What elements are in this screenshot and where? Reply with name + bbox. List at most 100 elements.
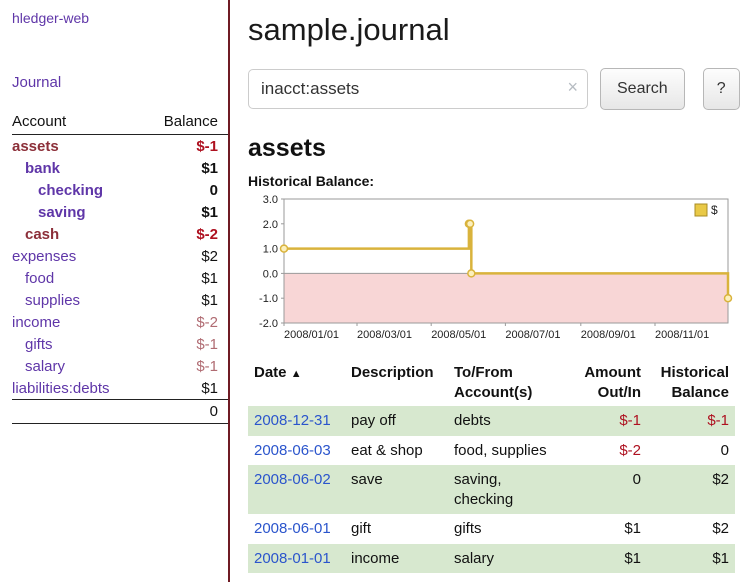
sort-asc-icon: ▲ — [291, 368, 302, 380]
svg-text:2008/09/01: 2008/09/01 — [581, 329, 636, 341]
accounts-header-account: Account — [12, 111, 142, 135]
search-input[interactable] — [248, 69, 588, 109]
account-row: income $-2 — [12, 311, 228, 333]
svg-text:2008/05/01: 2008/05/01 — [431, 329, 486, 341]
help-button[interactable]: ? — [703, 68, 740, 110]
transaction-description: pay off — [345, 406, 448, 436]
account-balance: $1 — [142, 201, 228, 223]
transaction-description: save — [345, 465, 448, 514]
account-balance: $1 — [142, 267, 228, 289]
account-row: checking 0 — [12, 179, 228, 201]
account-link[interactable]: bank — [12, 160, 60, 177]
account-link[interactable]: gifts — [12, 336, 53, 353]
account-balance: $1 — [142, 157, 228, 179]
transaction-amount: $-1 — [563, 406, 647, 436]
accounts-total: 0 — [142, 400, 228, 424]
svg-text:$: $ — [711, 203, 718, 217]
transaction-accounts: saving, checking — [448, 465, 563, 514]
register-table: Date ▲ Description To/From Account(s) Am… — [248, 359, 735, 573]
account-row: supplies $1 — [12, 289, 228, 311]
account-row: gifts $-1 — [12, 333, 228, 355]
register-header-row: Date ▲ Description To/From Account(s) Am… — [248, 359, 735, 406]
register-header-date[interactable]: Date ▲ — [248, 359, 345, 406]
transaction-balance: $-1 — [647, 406, 735, 436]
account-balance: $-1 — [142, 355, 228, 377]
account-row: salary $-1 — [12, 355, 228, 377]
register-header-description: Description — [345, 359, 448, 406]
account-balance: $-2 — [142, 223, 228, 245]
account-row: expenses $2 — [12, 245, 228, 267]
account-row: cash $-2 — [12, 223, 228, 245]
clear-search-icon[interactable]: × — [567, 77, 578, 98]
account-link[interactable]: saving — [12, 204, 86, 221]
transaction-balance: $2 — [647, 465, 735, 514]
transaction-description: gift — [345, 514, 448, 544]
account-heading: assets — [248, 134, 734, 163]
transaction-amount: $-2 — [563, 436, 647, 466]
transaction-description: eat & shop — [345, 436, 448, 466]
account-balance: $-1 — [142, 333, 228, 355]
account-balance: $-2 — [142, 311, 228, 333]
account-balance: $2 — [142, 245, 228, 267]
account-link[interactable]: expenses — [12, 248, 76, 265]
register-header-accounts: To/From Account(s) — [448, 359, 563, 406]
transaction-date-link[interactable]: 2008-12-31 — [254, 412, 331, 429]
account-link[interactable]: income — [12, 314, 60, 331]
svg-text:2008/11/01: 2008/11/01 — [655, 329, 709, 341]
svg-text:0.0: 0.0 — [263, 268, 278, 280]
account-link[interactable]: checking — [12, 182, 103, 199]
transaction-description: income — [345, 544, 448, 574]
account-link[interactable]: salary — [12, 358, 65, 375]
page-title: sample.journal — [248, 12, 734, 48]
account-balance: $1 — [142, 377, 228, 400]
account-link[interactable]: assets — [12, 138, 59, 155]
transaction-row: 2008-06-03 eat & shop food, supplies $-2… — [248, 436, 735, 466]
accounts-total-row: 0 — [12, 400, 228, 424]
transaction-balance: $1 — [647, 544, 735, 574]
account-link[interactable]: cash — [12, 226, 59, 243]
transaction-accounts: debts — [448, 406, 563, 436]
svg-text:2.0: 2.0 — [263, 219, 278, 231]
transaction-date-link[interactable]: 2008-06-01 — [254, 520, 331, 537]
accounts-header-balance: Balance — [142, 111, 228, 135]
register-header-balance: Historical Balance — [647, 359, 735, 406]
transaction-row: 2008-06-02 save saving, checking 0 $2 — [248, 465, 735, 514]
svg-text:-1.0: -1.0 — [259, 293, 278, 305]
transaction-accounts: salary — [448, 544, 563, 574]
search-button[interactable]: Search — [600, 68, 685, 110]
account-row: liabilities:debts $1 — [12, 377, 228, 400]
account-row: saving $1 — [12, 201, 228, 223]
svg-text:2008/07/01: 2008/07/01 — [505, 329, 560, 341]
account-link[interactable]: food — [12, 270, 54, 287]
transaction-balance: 0 — [647, 436, 735, 466]
svg-text:1.0: 1.0 — [263, 244, 278, 256]
account-balance: $-1 — [142, 135, 228, 158]
register-header-amount: Amount Out/In — [563, 359, 647, 406]
nav-journal-link[interactable]: Journal — [12, 74, 61, 91]
account-link[interactable]: liabilities:debts — [12, 380, 110, 397]
transaction-accounts: gifts — [448, 514, 563, 544]
transaction-row: 2008-01-01 income salary $1 $1 — [248, 544, 735, 574]
account-balance: 0 — [142, 179, 228, 201]
transaction-row: 2008-06-01 gift gifts $1 $2 — [248, 514, 735, 544]
svg-text:-2.0: -2.0 — [259, 318, 278, 330]
transaction-balance: $2 — [647, 514, 735, 544]
hledger-web-window: hledger-web Journal Account Balance asse… — [0, 0, 742, 582]
historical-balance-chart: 3.02.01.00.0-1.0-2.02008/01/012008/03/01… — [248, 193, 734, 343]
chart-title: Historical Balance: — [248, 173, 734, 189]
accounts-table: Account Balance assets $-1 bank $1 — [12, 111, 228, 424]
search-bar: × Search ? — [248, 68, 734, 110]
transaction-accounts: food, supplies — [448, 436, 563, 466]
account-balance: $1 — [142, 289, 228, 311]
app-title[interactable]: hledger-web — [12, 10, 228, 26]
transaction-amount: 0 — [563, 465, 647, 514]
main-content: sample.journal × Search ? assets Histori… — [230, 0, 742, 582]
transaction-amount: $1 — [563, 544, 647, 574]
account-link[interactable]: supplies — [12, 292, 80, 309]
transaction-date-link[interactable]: 2008-06-02 — [254, 471, 331, 488]
svg-text:2008/03/01: 2008/03/01 — [357, 329, 412, 341]
transaction-date-link[interactable]: 2008-06-03 — [254, 442, 331, 459]
transaction-date-link[interactable]: 2008-01-01 — [254, 550, 331, 567]
account-row: bank $1 — [12, 157, 228, 179]
transaction-amount: $1 — [563, 514, 647, 544]
